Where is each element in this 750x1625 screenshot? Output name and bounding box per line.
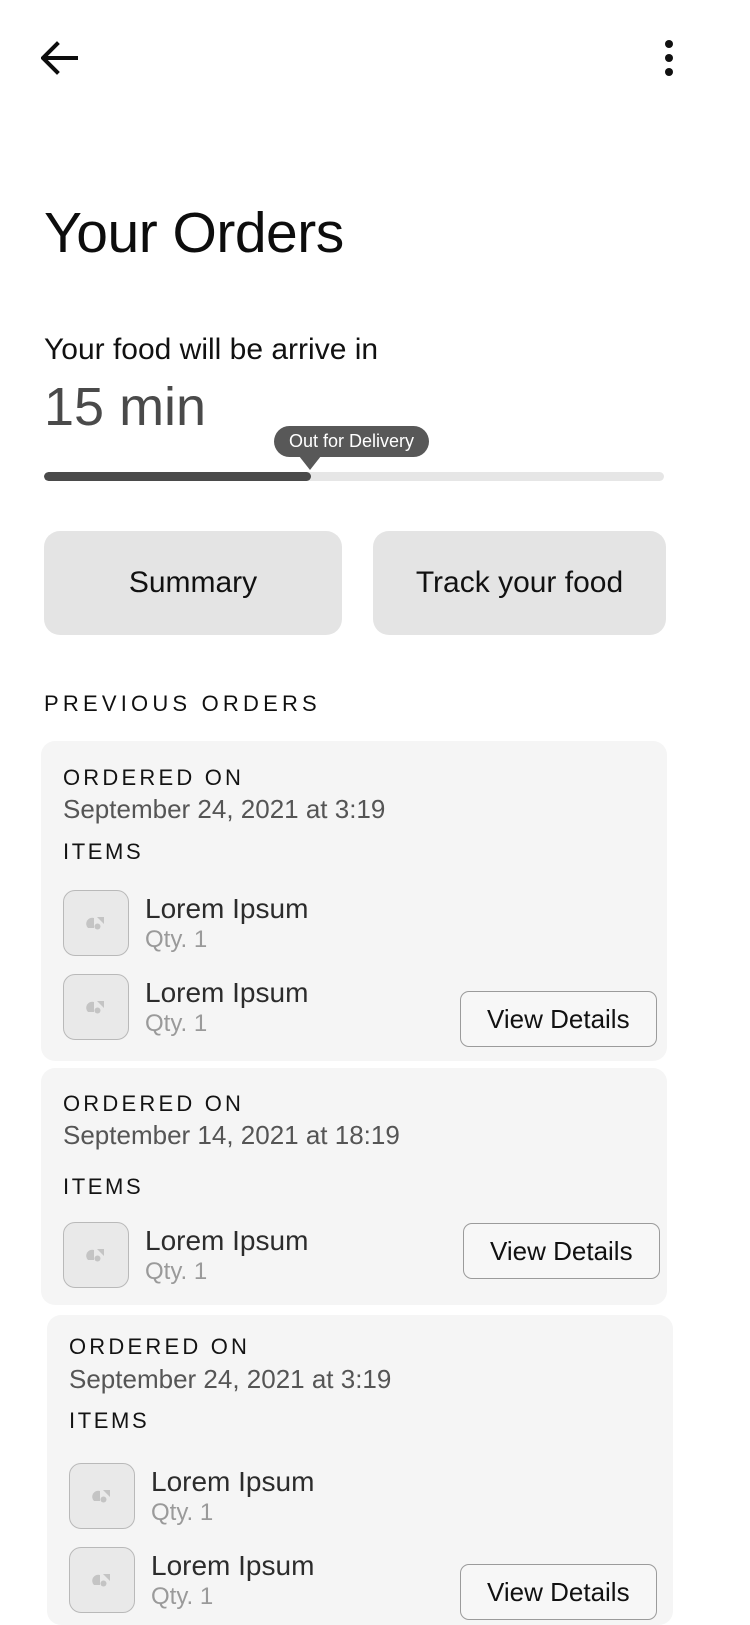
ordered-on-date: September 24, 2021 at 3:19 (69, 1364, 392, 1394)
item-name: Lorem Ipsum (145, 893, 309, 924)
item-quantity: Qty. 1 (145, 1258, 208, 1285)
list-item: Lorem Ipsum Qty. 1 (69, 1463, 314, 1529)
app-bar (0, 0, 750, 115)
list-item: Lorem Ipsum Qty. 1 (63, 974, 308, 1040)
item-text-block: Lorem Ipsum Qty. 1 (151, 1465, 314, 1527)
broken-image-icon (85, 1244, 107, 1266)
broken-image-icon (85, 912, 107, 934)
item-quantity: Qty. 1 (145, 926, 208, 953)
item-thumbnail (63, 890, 129, 956)
eta-value: 15 min (44, 377, 207, 437)
broken-image-icon (85, 996, 107, 1018)
back-button[interactable] (33, 30, 89, 86)
broken-image-icon (91, 1485, 113, 1507)
item-thumbnail (69, 1547, 135, 1613)
list-item: Lorem Ipsum Qty. 1 (63, 1222, 308, 1288)
ordered-on-date: September 14, 2021 at 18:19 (63, 1120, 400, 1150)
ordered-on-label: ORDERED ON (63, 1091, 245, 1116)
ordered-on-date: September 24, 2021 at 3:19 (63, 794, 386, 824)
view-details-button[interactable]: View Details (463, 1223, 660, 1279)
view-details-button[interactable]: View Details (460, 1564, 657, 1620)
item-thumbnail (69, 1463, 135, 1529)
status-tooltip: Out for Delivery (274, 426, 430, 457)
item-text-block: Lorem Ipsum Qty. 1 (145, 892, 308, 954)
eta-label: Your food will be arrive in (44, 333, 379, 366)
broken-image-icon (91, 1569, 113, 1591)
view-details-button[interactable]: View Details (460, 991, 657, 1047)
arrow-left-icon (41, 41, 81, 75)
more-vertical-icon-dot-1 (665, 40, 673, 48)
item-thumbnail (63, 974, 129, 1040)
previous-orders-section-label: PREVIOUS ORDERS (44, 691, 321, 716)
items-label: ITEMS (63, 1174, 144, 1199)
items-label: ITEMS (63, 839, 144, 864)
ordered-on-label: ORDERED ON (69, 1334, 251, 1359)
list-item: Lorem Ipsum Qty. 1 (63, 890, 308, 956)
item-text-block: Lorem Ipsum Qty. 1 (145, 976, 308, 1038)
more-vertical-icon-dot-2 (665, 54, 673, 62)
overflow-menu-button[interactable] (650, 30, 688, 86)
summary-button[interactable]: Summary (44, 531, 342, 635)
order-card[interactable]: ORDERED ON September 24, 2021 at 3:19 IT… (47, 1315, 673, 1625)
item-name: Lorem Ipsum (151, 1466, 315, 1497)
item-quantity: Qty. 1 (145, 1010, 208, 1037)
item-thumbnail (63, 1222, 129, 1288)
delivery-progress-bar (44, 472, 664, 481)
item-name: Lorem Ipsum (145, 1225, 309, 1256)
page-title: Your Orders (44, 201, 344, 265)
status-tooltip-arrow (299, 456, 321, 470)
item-text-block: Lorem Ipsum Qty. 1 (151, 1549, 314, 1611)
item-name: Lorem Ipsum (145, 977, 309, 1008)
ordered-on-label: ORDERED ON (63, 765, 245, 790)
item-quantity: Qty. 1 (151, 1583, 214, 1610)
item-quantity: Qty. 1 (151, 1499, 214, 1526)
track-your-food-button[interactable]: Track your food (373, 531, 666, 635)
item-text-block: Lorem Ipsum Qty. 1 (145, 1224, 308, 1286)
list-item: Lorem Ipsum Qty. 1 (69, 1547, 314, 1613)
order-card[interactable]: ORDERED ON September 24, 2021 at 3:19 IT… (41, 741, 667, 1061)
delivery-progress-fill (44, 472, 311, 481)
item-name: Lorem Ipsum (151, 1550, 315, 1581)
items-label: ITEMS (69, 1408, 150, 1433)
more-vertical-icon-dot-3 (665, 68, 673, 76)
order-card[interactable]: ORDERED ON September 14, 2021 at 18:19 I… (41, 1068, 667, 1305)
